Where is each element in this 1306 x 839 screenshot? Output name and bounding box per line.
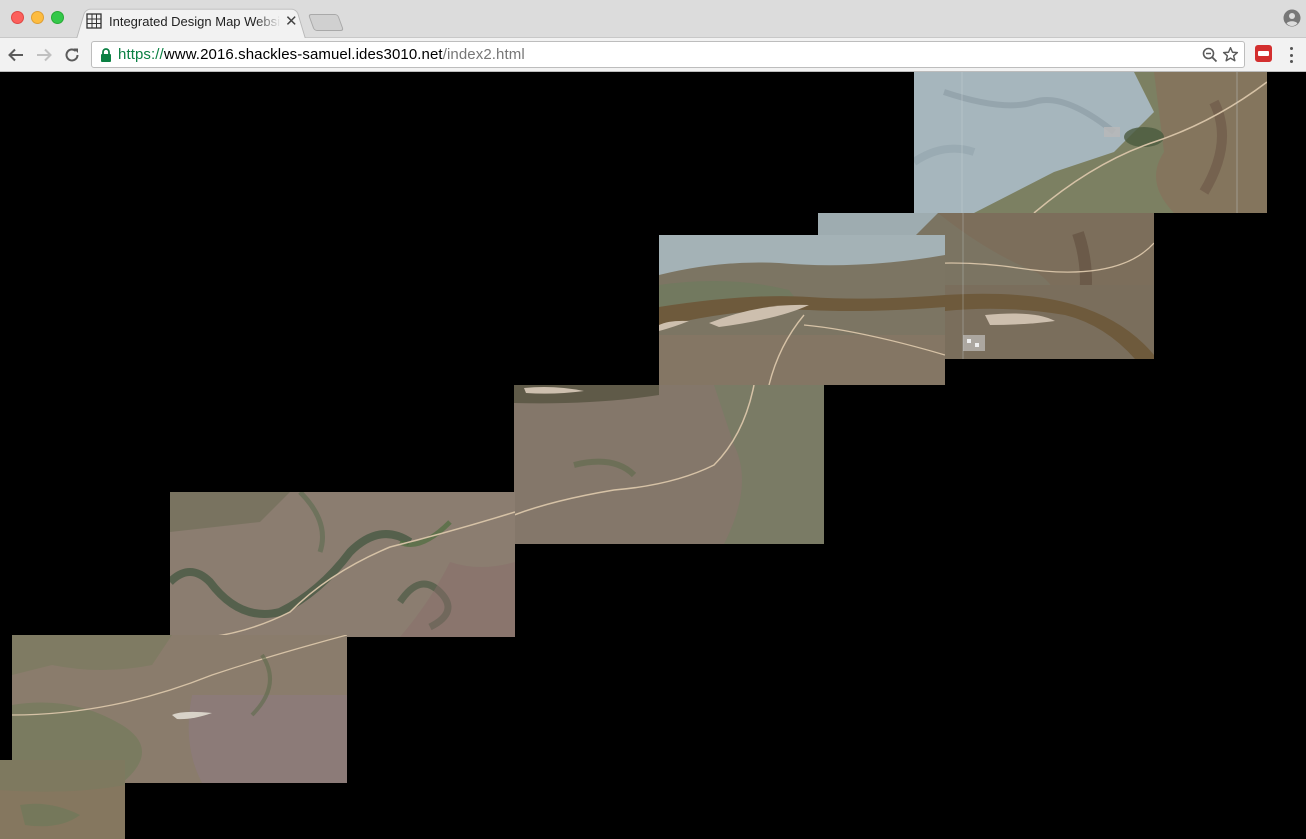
satellite-tile [914, 72, 1267, 213]
satellite-tile [0, 760, 125, 839]
address-url[interactable]: https://www.2016.shackles-samuel.ides301… [118, 46, 525, 63]
satellite-tile [659, 235, 945, 385]
star-icon[interactable] [1222, 46, 1239, 63]
maximize-window-button[interactable] [51, 11, 64, 24]
url-host: www.2016.shackles-samuel.ides3010.net [163, 46, 443, 63]
reload-icon [65, 48, 79, 62]
map-grid-favicon-icon [86, 13, 102, 29]
browser-toolbar: https://www.2016.shackles-samuel.ides301… [0, 38, 1306, 72]
satellite-tile [945, 285, 1154, 359]
minimize-window-button[interactable] [31, 11, 44, 24]
forward-button[interactable] [34, 45, 54, 65]
extension-icon[interactable] [1255, 45, 1272, 62]
satellite-tile [514, 385, 824, 544]
address-bar[interactable]: https://www.2016.shackles-samuel.ides301… [91, 41, 1245, 68]
zoom-out-icon[interactable] [1202, 47, 1218, 63]
reload-button[interactable] [62, 45, 82, 65]
url-path: /index2.html [442, 46, 525, 63]
person-circle-icon[interactable] [1283, 9, 1301, 27]
tab-title: Integrated Design Map Website [109, 13, 281, 29]
browser-tab-content[interactable]: Integrated Design Map Website ✕ [86, 10, 302, 32]
url-scheme: https:// [118, 46, 164, 63]
arrow-left-icon [8, 48, 23, 62]
back-button[interactable] [6, 45, 26, 65]
more-vertical-icon[interactable] [1284, 47, 1298, 63]
arrow-right-icon [37, 48, 52, 62]
browser-titlebar: Integrated Design Map Website ✕ [0, 0, 1306, 40]
tab-close-icon[interactable]: ✕ [285, 14, 298, 29]
new-tab-button[interactable] [307, 14, 345, 31]
lock-icon[interactable] [100, 47, 112, 62]
satellite-tile [170, 492, 515, 637]
map-viewport[interactable] [0, 72, 1306, 839]
close-window-button[interactable] [11, 11, 24, 24]
